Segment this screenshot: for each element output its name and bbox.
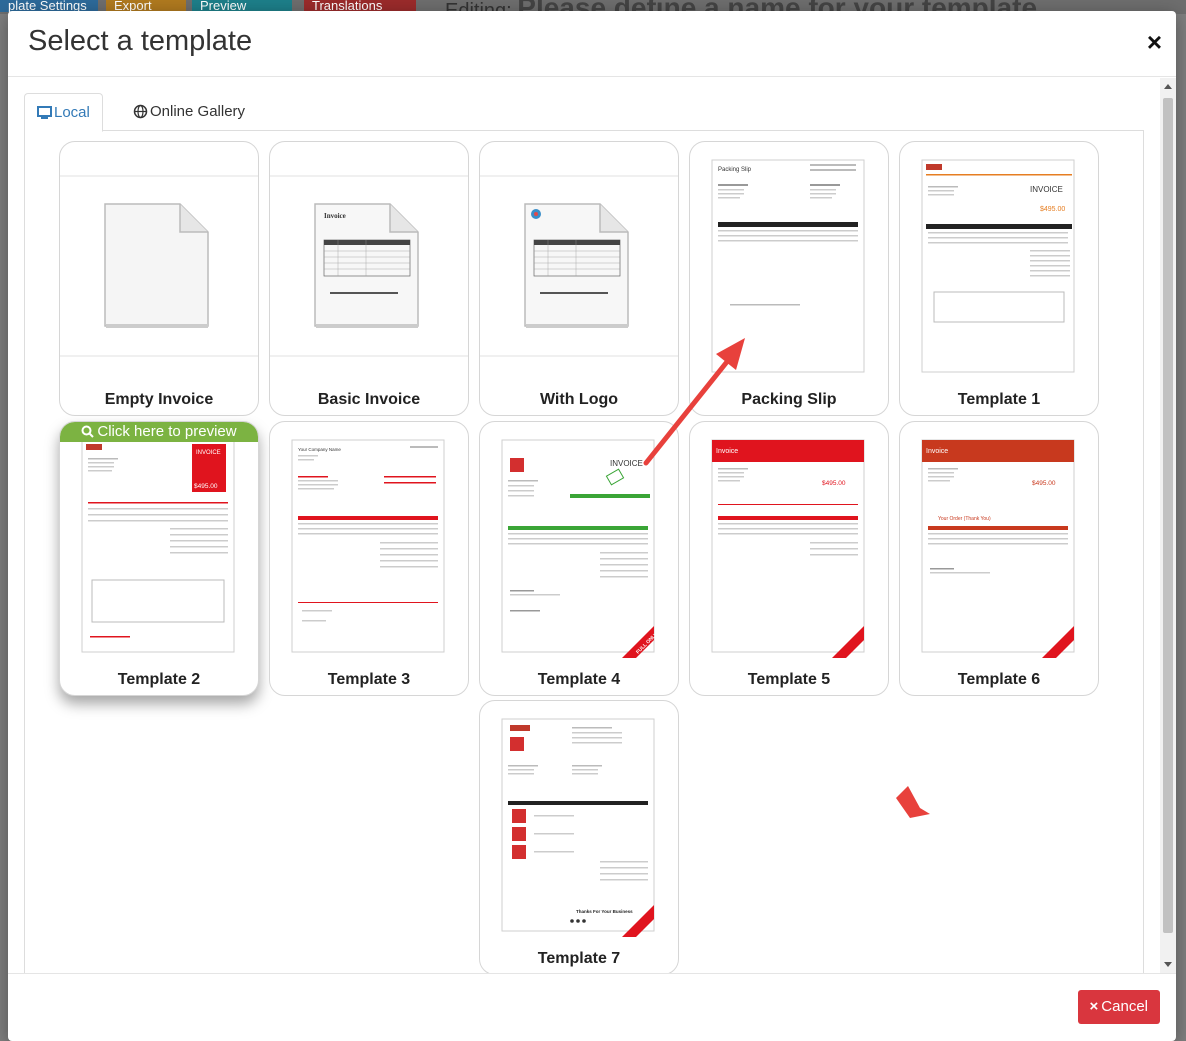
template-name: Template 2 xyxy=(117,671,201,688)
amount: $495.00 xyxy=(194,483,218,490)
modal-footer: × Cancel xyxy=(8,973,1176,1041)
tab-bar: Local Online Gallery xyxy=(24,93,1144,132)
invoice-product-images-preview: Thanks For Your Business xyxy=(501,718,655,937)
doc-heading: Your Company Name xyxy=(298,447,341,452)
cancel-label: Cancel xyxy=(1101,998,1148,1015)
amount: $495.00 xyxy=(822,480,846,487)
invoice-green-preview: INVOICE FULL ONLY xyxy=(501,439,659,658)
amount: $495.00 xyxy=(1032,480,1056,487)
template-card-empty-invoice[interactable]: Empty Invoice xyxy=(59,141,259,416)
template-card-basic-invoice[interactable]: Invoice Basic Invoice xyxy=(269,141,469,416)
template-card-template-6[interactable]: Invoice $495.00 Your Order (Thank You) T… xyxy=(899,421,1099,696)
close-button[interactable]: × xyxy=(1147,29,1162,55)
doc-heading: INVOICE xyxy=(196,450,221,456)
template-name: Template 6 xyxy=(957,671,1041,688)
template-card-packing-slip[interactable]: Packing Slip Packing Slip xyxy=(689,141,889,416)
doc-heading: INVOICE xyxy=(1030,185,1063,194)
template-card-template-5[interactable]: Invoice $495.00 Template 5 xyxy=(689,421,889,696)
invoice-plain-preview: Your Company Name xyxy=(291,439,445,653)
modal-scrollbar[interactable] xyxy=(1160,78,1176,973)
template-name: Basic Invoice xyxy=(317,391,421,408)
tab-local-label: Local xyxy=(54,104,90,121)
template-name: With Logo xyxy=(539,391,619,408)
invoice-red-side-preview: INVOICE $495.00 xyxy=(81,439,235,653)
scroll-thumb[interactable] xyxy=(1163,98,1173,933)
template-card-template-7[interactable]: Thanks For Your Business Template 7 xyxy=(479,700,679,973)
invoice-orange-preview: INVOICE $495.00 xyxy=(921,159,1075,373)
doc-heading: INVOICE xyxy=(610,459,643,468)
preview-banner[interactable]: Click here to preview xyxy=(60,422,258,442)
template-name: Template 1 xyxy=(957,391,1041,408)
amount: $495.00 xyxy=(1040,206,1065,213)
doc-heading: Invoice xyxy=(324,212,346,220)
template-card-with-logo[interactable]: With Logo xyxy=(479,141,679,416)
template-card-template-4[interactable]: INVOICE FULL ONLY Template 4 xyxy=(479,421,679,696)
invoice-darkred-header-preview: Invoice $495.00 Your Order (Thank You) xyxy=(921,439,1075,658)
document-table-icon: Invoice xyxy=(270,175,468,357)
template-name: Template 7 xyxy=(537,950,621,967)
template-name: Template 4 xyxy=(537,671,621,688)
tab-local[interactable]: Local xyxy=(24,93,103,132)
order-heading: Your Order (Thank You) xyxy=(938,516,991,522)
doc-heading: Invoice xyxy=(926,448,948,455)
template-grid: Empty Invoice Invoice Basic Invoice With… xyxy=(24,131,1144,973)
template-modal: Select a template × Local Online Gallery xyxy=(8,11,1176,1041)
globe-icon xyxy=(133,104,148,119)
scroll-down-icon[interactable] xyxy=(1164,962,1172,967)
template-name: Template 5 xyxy=(747,671,831,688)
cancel-button[interactable]: × Cancel xyxy=(1077,990,1160,1024)
document-logo-icon xyxy=(480,175,678,357)
template-name: Packing Slip xyxy=(741,391,837,408)
doc-heading: Invoice xyxy=(716,448,738,455)
doc-heading: Packing Slip xyxy=(718,167,752,173)
template-name: Empty Invoice xyxy=(104,391,214,408)
monitor-icon xyxy=(37,106,52,119)
preview-text: Click here to preview xyxy=(97,423,237,440)
doc-heading: Thanks For Your Business xyxy=(576,909,633,914)
tab-online-gallery-label: Online Gallery xyxy=(150,103,246,120)
scroll-up-icon[interactable] xyxy=(1164,84,1172,89)
invoice-red-header-preview: Invoice $495.00 xyxy=(711,439,865,658)
blank-document-icon xyxy=(60,175,258,357)
template-name: Template 3 xyxy=(327,671,411,688)
template-card-template-2[interactable]: INVOICE $495.00 Click here to preview Te… xyxy=(59,421,259,696)
template-card-template-1[interactable]: INVOICE $495.00 Template 1 xyxy=(899,141,1099,416)
tab-online-gallery[interactable]: Online Gallery xyxy=(121,93,257,131)
search-icon xyxy=(81,425,95,438)
modal-body: Local Online Gallery Empty Invoice Invoi… xyxy=(8,78,1176,973)
modal-title: Select a template xyxy=(28,25,253,57)
template-card-template-3[interactable]: Your Company Name Template 3 xyxy=(269,421,469,696)
packing-slip-preview: Packing Slip xyxy=(711,159,865,373)
close-icon: × xyxy=(1089,998,1099,1015)
modal-header: Select a template × xyxy=(8,11,1176,77)
